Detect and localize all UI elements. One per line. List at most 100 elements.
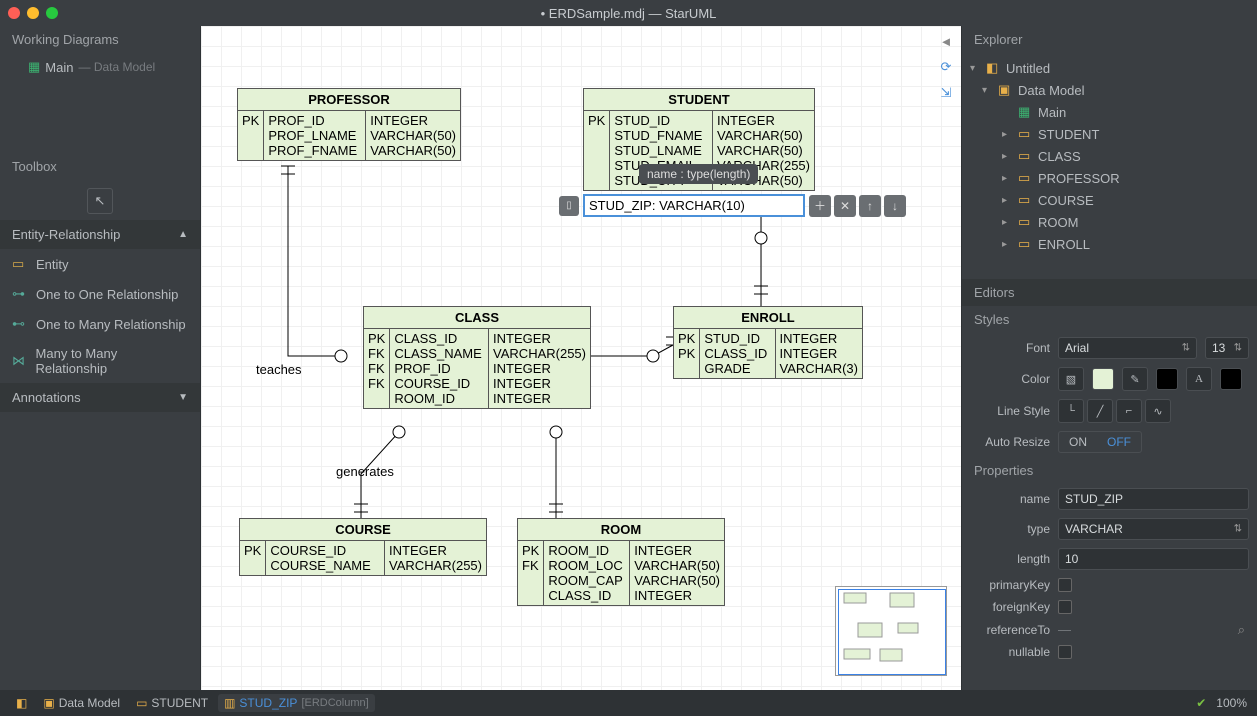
prop-nullable-label: nullable [970, 645, 1050, 659]
window-title: • ERDSample.mdj — StarUML [541, 6, 717, 21]
tool-entity[interactable]: ▭Entity [0, 249, 200, 279]
tree-entity-course[interactable]: ▸▭COURSE [962, 189, 1257, 211]
entity-icon: ▭ [1018, 148, 1034, 164]
x-icon: ✕ [840, 199, 850, 213]
entity-professor[interactable]: PROFESSOR PK PROF_IDPROF_LNAMEPROF_FNAME… [237, 88, 461, 161]
column-definition-input[interactable] [583, 194, 805, 217]
minimap[interactable] [835, 586, 947, 676]
drag-handle-icon[interactable]: ▯ [559, 196, 579, 216]
autoresize-on[interactable]: ON [1059, 432, 1097, 452]
sb-data-model[interactable]: ▣Data Model [37, 694, 126, 712]
window-minimize-button[interactable] [27, 7, 39, 19]
autoresize-off[interactable]: OFF [1097, 432, 1141, 452]
fit-button[interactable]: ⇲ [935, 82, 957, 104]
remove-column-button[interactable]: ✕ [834, 195, 856, 217]
working-diagram-sublabel: — Data Model [78, 60, 155, 74]
text-color-swatch[interactable] [1220, 368, 1242, 390]
prop-type-select[interactable]: VARCHAR⇅ [1058, 518, 1249, 540]
model-icon: ▣ [43, 696, 54, 710]
entity-class[interactable]: CLASS PKFKFKFK CLASS_IDCLASS_NAMEPROF_ID… [363, 306, 591, 409]
tool-many-to-many[interactable]: ⋈Many to Many Relationship [0, 339, 200, 383]
font-size-select[interactable]: 13⇅ [1205, 337, 1249, 359]
autoresize-toggle[interactable]: ON OFF [1058, 431, 1142, 453]
tree-root[interactable]: ▾◧Untitled [962, 57, 1257, 79]
move-up-button[interactable]: ↑ [859, 195, 881, 217]
er-section-header[interactable]: Entity-Relationship ▲ [0, 220, 200, 249]
entity-icon: ▭ [136, 696, 147, 710]
titlebar: • ERDSample.mdj — StarUML [0, 0, 1257, 26]
diagram-canvas[interactable]: teaches generates PROFESSOR PK PROF_IDPR… [201, 26, 961, 690]
prop-fk-label: foreignKey [970, 600, 1050, 614]
inline-edit-tooltip: name : type(length) [639, 164, 758, 184]
search-icon[interactable]: ⌕ [1238, 622, 1245, 638]
tree-entity-student[interactable]: ▸▭STUDENT [962, 123, 1257, 145]
chevron-right-icon: ▸ [1002, 239, 1014, 250]
entity-title: ENROLL [674, 307, 862, 329]
chevron-down-icon: ▾ [970, 63, 982, 74]
fill-tool-icon[interactable]: ▧ [1058, 367, 1084, 391]
validation-ok-icon[interactable]: ✔ [1196, 696, 1206, 710]
canvas-side-toolbar: ◄ ⟳ ⇲ [935, 30, 957, 104]
prop-name-input[interactable] [1058, 488, 1249, 510]
move-down-button[interactable]: ↓ [884, 195, 906, 217]
column-icon: ▥ [224, 696, 235, 710]
sb-student[interactable]: ▭STUDENT [130, 694, 214, 712]
entity-title: STUDENT [584, 89, 814, 111]
zoom-level[interactable]: 100% [1216, 696, 1247, 710]
entity-title: PROFESSOR [238, 89, 460, 111]
add-column-button[interactable]: ＋ [809, 195, 831, 217]
inline-column-editor: ▯ ＋ ✕ ↑ ↓ [559, 194, 906, 217]
toolbox-header: Toolbox [0, 151, 200, 182]
font-family-select[interactable]: Arial⇅ [1058, 337, 1197, 359]
tree-entity-enroll[interactable]: ▸▭ENROLL [962, 233, 1257, 255]
one-to-many-icon: ⊷ [12, 316, 28, 332]
prop-nullable-checkbox[interactable] [1058, 645, 1072, 659]
prop-length-input[interactable] [1058, 548, 1249, 570]
entity-room[interactable]: ROOM PKFK ROOM_IDROOM_LOCROOM_CAPCLASS_I… [517, 518, 725, 606]
erd-diagram-icon: ▦ [1018, 104, 1034, 120]
tree-diagram-main[interactable]: ▦Main [962, 101, 1257, 123]
fill-color-swatch[interactable] [1092, 368, 1114, 390]
working-diagrams-header: Working Diagrams [0, 26, 200, 53]
prop-fk-checkbox[interactable] [1058, 600, 1072, 614]
prop-ref-value: — [1058, 622, 1071, 637]
prop-length-label: length [970, 552, 1050, 566]
entity-title: ROOM [518, 519, 724, 541]
line-color-swatch[interactable] [1156, 368, 1178, 390]
entity-enroll[interactable]: ENROLL PKPK STUD_IDCLASS_IDGRADE INTEGER… [673, 306, 863, 379]
one-to-one-icon: ⊶ [12, 286, 28, 302]
linestyle-oblique-button[interactable]: ╱ [1087, 399, 1113, 423]
select-tool[interactable]: ↖ [87, 188, 113, 214]
working-diagram-main[interactable]: ▦ Main — Data Model [0, 53, 200, 81]
tool-one-to-many[interactable]: ⊷One to Many Relationship [0, 309, 200, 339]
refresh-button[interactable]: ⟳ [935, 56, 957, 78]
entity-course[interactable]: COURSE PK COURSE_IDCOURSE_NAME INTEGERVA… [239, 518, 487, 576]
line-tool-icon[interactable]: ✎ [1122, 367, 1148, 391]
chevron-right-icon: ▸ [1002, 195, 1014, 206]
chevron-down-icon: ▾ [982, 85, 994, 96]
text-tool-icon[interactable]: A [1186, 367, 1212, 391]
linestyle-rounded-button[interactable]: ⌐ [1116, 399, 1142, 423]
tree-entity-class[interactable]: ▸▭CLASS [962, 145, 1257, 167]
tool-one-to-one[interactable]: ⊶One to One Relationship [0, 279, 200, 309]
prop-pk-checkbox[interactable] [1058, 578, 1072, 592]
annotations-section-header[interactable]: Annotations ▼ [0, 383, 200, 412]
explorer-tree: ▾◧Untitled ▾▣Data Model ▦Main ▸▭STUDENT … [962, 53, 1257, 259]
editors-header: Editors [962, 279, 1257, 306]
explorer-header: Explorer [962, 26, 1257, 53]
window-close-button[interactable] [8, 7, 20, 19]
linestyle-curve-button[interactable]: ∿ [1145, 399, 1171, 423]
window-zoom-button[interactable] [46, 7, 58, 19]
plus-icon: ＋ [814, 197, 826, 214]
bird-view-button[interactable]: ◄ [935, 30, 957, 52]
chevron-right-icon: ▸ [1002, 129, 1014, 140]
sb-stud-zip[interactable]: ▥STUD_ZIP[ERDColumn] [218, 694, 375, 712]
erd-diagram-icon: ▦ [28, 59, 40, 75]
chevron-up-icon: ▲ [178, 229, 188, 240]
tree-entity-professor[interactable]: ▸▭PROFESSOR [962, 167, 1257, 189]
left-panel: Working Diagrams ▦ Main — Data Model Too… [0, 26, 201, 690]
tree-data-model[interactable]: ▾▣Data Model [962, 79, 1257, 101]
sb-project[interactable]: ◧ [10, 694, 33, 712]
linestyle-rect-button[interactable]: └ [1058, 399, 1084, 423]
tree-entity-room[interactable]: ▸▭ROOM [962, 211, 1257, 233]
